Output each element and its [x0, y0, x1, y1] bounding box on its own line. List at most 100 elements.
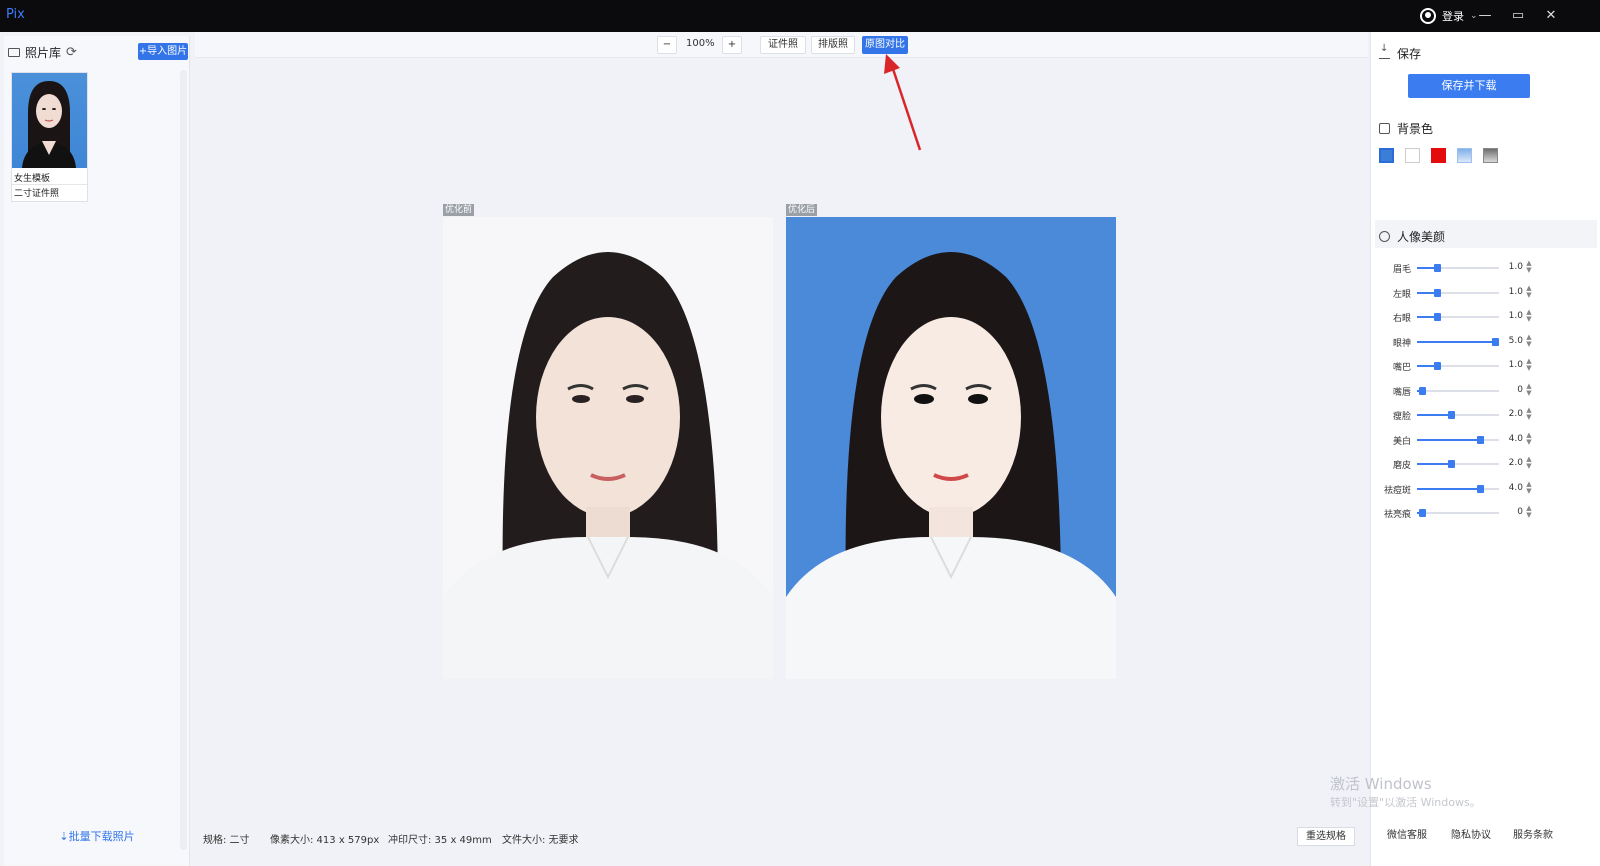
slider-fill: [1417, 340, 1495, 343]
stepper-down-icon[interactable]: ▼: [1525, 267, 1533, 274]
beauty-slider-row: 嘴巴 1.0 ▲ ▼: [1371, 358, 1600, 374]
spec-text: 规格: 二寸: [203, 835, 250, 846]
bg-swatch-gray[interactable]: [1483, 148, 1498, 163]
batch-download-link[interactable]: ⇣批量下载照片: [4, 828, 190, 844]
download-icon: [1379, 43, 1390, 59]
slider-track[interactable]: [1417, 386, 1499, 395]
terms-link[interactable]: 服务条款: [1513, 826, 1553, 841]
bg-swatch-white[interactable]: [1405, 148, 1420, 163]
user-icon: [1420, 8, 1436, 24]
slider-label: 祛亮痕: [1383, 510, 1411, 520]
stepper-down-icon[interactable]: ▼: [1525, 291, 1533, 299]
slider-track[interactable]: [1417, 362, 1499, 370]
annotation-arrow: [884, 54, 922, 151]
slider-handle[interactable]: [1448, 411, 1456, 419]
bg-swatch-red[interactable]: [1431, 148, 1446, 163]
slider-handle[interactable]: [1477, 484, 1485, 493]
slider-track[interactable]: [1417, 460, 1499, 468]
thumbnail-subtitle: 二寸证件照: [12, 184, 87, 200]
reselect-spec-button[interactable]: 重选规格: [1297, 827, 1355, 846]
refresh-icon[interactable]: ⟳: [66, 45, 77, 60]
stepper-down-icon[interactable]: ▼: [1525, 316, 1533, 323]
value-stepper[interactable]: ▲ ▼: [1525, 358, 1533, 372]
slider-track[interactable]: [1417, 411, 1499, 419]
title-bar: Pix 登录 ⌄ — ▭ ✕: [0, 0, 1600, 32]
slider-track[interactable]: [1417, 313, 1499, 321]
slider-label: 祛痘斑: [1383, 485, 1411, 496]
import-image-button[interactable]: +导入图片: [138, 43, 188, 60]
slider-handle[interactable]: [1492, 337, 1499, 346]
slider-track[interactable]: [1417, 264, 1499, 272]
slider-value: 4.0: [1508, 482, 1523, 493]
bg-swatch-blue[interactable]: [1379, 148, 1394, 163]
minimize-icon[interactable]: —: [1474, 6, 1496, 26]
slider-track[interactable]: [1417, 484, 1499, 493]
bg-swatch-gradient-blue[interactable]: [1457, 148, 1472, 163]
pixel-size-text: 像素大小: 413 x 579px: [270, 835, 380, 846]
slider-handle[interactable]: [1477, 435, 1485, 444]
value-stepper[interactable]: ▲ ▼: [1525, 505, 1533, 519]
close-icon[interactable]: ✕: [1540, 6, 1562, 26]
slider-track[interactable]: [1417, 337, 1499, 346]
slider-handle[interactable]: [1433, 264, 1441, 272]
before-label: 优化前: [443, 204, 475, 216]
slider-track[interactable]: [1417, 435, 1499, 444]
slider-value: 5.0: [1508, 335, 1523, 346]
slider-handle[interactable]: [1433, 313, 1441, 321]
slider-fill: [1417, 438, 1481, 441]
value-stepper[interactable]: ▲ ▼: [1525, 333, 1533, 348]
slider-handle[interactable]: [1419, 509, 1426, 517]
maximize-icon[interactable]: ▭: [1507, 6, 1529, 26]
stepper-down-icon[interactable]: ▼: [1525, 365, 1533, 372]
beauty-slider-row: 磨皮 2.0 ▲ ▼: [1371, 456, 1600, 472]
stepper-down-icon[interactable]: ▼: [1525, 512, 1533, 519]
after-label: 优化后: [786, 204, 818, 216]
beauty-slider-row: 祛亮痕 0 ▲ ▼: [1371, 505, 1600, 521]
stepper-down-icon[interactable]: ▼: [1525, 414, 1533, 421]
sidebar-scrollbar[interactable]: [180, 70, 187, 850]
privacy-link[interactable]: 隐私协议: [1451, 826, 1491, 841]
photo-before: [443, 217, 773, 679]
stepper-down-icon[interactable]: ▼: [1525, 340, 1533, 348]
value-stepper[interactable]: ▲ ▼: [1525, 407, 1533, 421]
value-stepper[interactable]: ▲ ▼: [1525, 260, 1533, 274]
save-section-title: 保存: [1379, 43, 1422, 62]
tab-layout-photo[interactable]: 排版照: [811, 36, 855, 54]
wechat-support-link[interactable]: 微信客服: [1387, 826, 1427, 841]
canvas-area: 优化前 优化后: [195, 58, 1368, 822]
save-title: 保存: [1397, 47, 1422, 61]
value-stepper[interactable]: ▲ ▼: [1525, 309, 1533, 323]
value-stepper[interactable]: ▲ ▼: [1525, 456, 1533, 470]
app-name: Pix: [6, 7, 25, 22]
zoom-in-button[interactable]: +: [722, 36, 742, 54]
photo-thumbnail[interactable]: 女生模板 二寸证件照: [11, 72, 88, 202]
stepper-down-icon[interactable]: ▼: [1525, 389, 1533, 397]
save-and-download-button[interactable]: 保存并下载: [1408, 74, 1530, 98]
beauty-slider-row: 眼神 5.0 ▲ ▼: [1371, 333, 1600, 349]
value-stepper[interactable]: ▲ ▼: [1525, 431, 1533, 446]
slider-track[interactable]: [1417, 288, 1499, 297]
stepper-down-icon[interactable]: ▼: [1525, 463, 1533, 470]
stepper-down-icon[interactable]: ▼: [1525, 438, 1533, 446]
library-header: 照片库 ⟳: [8, 44, 77, 61]
slider-handle[interactable]: [1448, 460, 1456, 468]
photo-library-panel: 照片库 ⟳ +导入图片 女生模板 二寸证件照 ⇣批量下载照片: [4, 36, 190, 866]
slider-value: 2.0: [1508, 458, 1523, 468]
stepper-down-icon[interactable]: ▼: [1525, 487, 1533, 495]
slider-handle[interactable]: [1419, 386, 1426, 395]
value-stepper[interactable]: ▲ ▼: [1525, 382, 1533, 397]
value-stepper[interactable]: ▲ ▼: [1525, 284, 1533, 299]
slider-label: 美白: [1392, 436, 1411, 447]
slider-track[interactable]: [1417, 509, 1499, 517]
zoom-out-button[interactable]: −: [657, 36, 677, 54]
canvas-toolbar: − 100% + 证件照 排版照 原图对比: [195, 32, 1368, 58]
login-menu[interactable]: 登录 ⌄: [1420, 8, 1478, 24]
slider-handle[interactable]: [1433, 362, 1441, 370]
status-bar: 规格: 二寸 像素大小: 413 x 579px 冲印尺寸: 35 x 49mm…: [195, 826, 1368, 848]
slider-label: 嘴巴: [1392, 363, 1411, 373]
slider-handle[interactable]: [1433, 288, 1441, 297]
beauty-slider-row: 美白 4.0 ▲ ▼: [1371, 431, 1600, 447]
file-size-text: 文件大小: 无要求: [502, 835, 579, 846]
tab-id-photo[interactable]: 证件照: [760, 36, 806, 54]
value-stepper[interactable]: ▲ ▼: [1525, 480, 1533, 495]
